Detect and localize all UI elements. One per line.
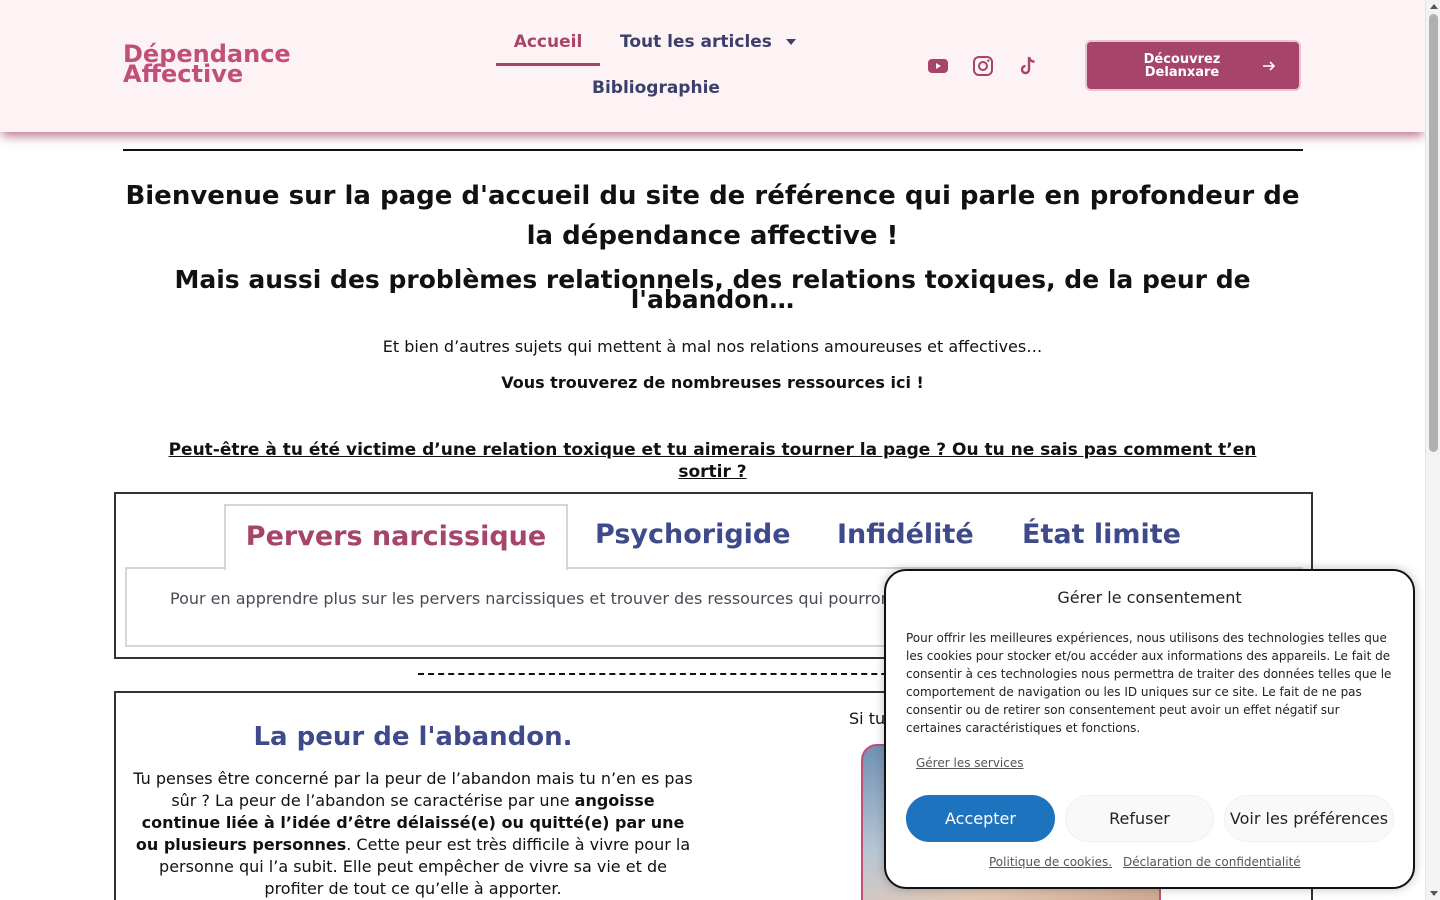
caret-down-icon [785,39,796,45]
instagram-icon[interactable] [971,54,995,78]
manage-services-link[interactable]: Gérer les services [916,756,1024,770]
tiktok-icon[interactable] [1016,54,1040,78]
nav-all-articles[interactable]: Tout les articles [620,32,796,52]
tab-etat-limite[interactable]: État limite [1022,519,1181,550]
cta-label: Découvrez Delanxare [1143,51,1221,80]
lead-bold-text: Vous trouverez de nombreuses ressources … [501,373,924,392]
side-text: Si tu [849,709,886,728]
youtube-icon[interactable] [926,54,950,78]
nav-all-articles-label: Tout les articles [620,32,772,52]
discover-delanxare-button[interactable]: Découvrez Delanxare [1085,40,1301,91]
consent-body: Pour offrir les meilleures expériences, … [906,631,1392,735]
accept-button[interactable]: Accepter [906,795,1055,842]
abandon-section-text: Tu penses être concerné par la peur de l… [130,768,696,900]
lead-text: Et bien d’autres sujets qui mettent à ma… [382,337,1043,356]
tab-panel-text: Pour en apprendre plus sur les pervers n… [170,589,891,608]
scroll-down-icon[interactable] [1430,891,1438,896]
refuse-button[interactable]: Refuser [1065,795,1214,842]
nav-bibliography[interactable]: Bibliographie [592,78,720,98]
toxic-relation-link[interactable]: Peut-être à tu été victime d’une relatio… [140,439,1285,483]
page-scrollbar[interactable] [1425,0,1440,900]
tab-pervers-narcissique[interactable]: Pervers narcissique [224,504,568,570]
scroll-up-icon[interactable] [1430,4,1438,9]
nav-home[interactable]: Accueil [496,32,600,66]
abandon-section-title: La peur de l'abandon. [253,722,573,752]
scroll-thumb[interactable] [1429,14,1438,452]
top-divider [123,149,1303,151]
page-headline: Bienvenue sur la page d'accueil du site … [125,181,1300,251]
page-subheadline: Mais aussi des problèmes relationnels, d… [174,265,1251,314]
tab-psychorigide[interactable]: Psychorigide [595,519,791,550]
consent-title: Gérer le consentement [1057,588,1242,607]
consent-dialog: Gérer le consentement Pour offrir les me… [884,569,1415,889]
site-header: Dépendance Affective Accueil Tout les ar… [0,0,1425,132]
arrow-right-icon [1263,61,1276,71]
view-preferences-button[interactable]: Voir les préférences [1224,795,1394,842]
privacy-statement-link[interactable]: Déclaration de confidentialité [1123,855,1301,869]
site-logo[interactable]: Dépendance Affective [123,42,291,86]
tab-infidelite[interactable]: Infidélité [837,519,974,550]
cookie-policy-link[interactable]: Politique de cookies. [989,855,1112,869]
